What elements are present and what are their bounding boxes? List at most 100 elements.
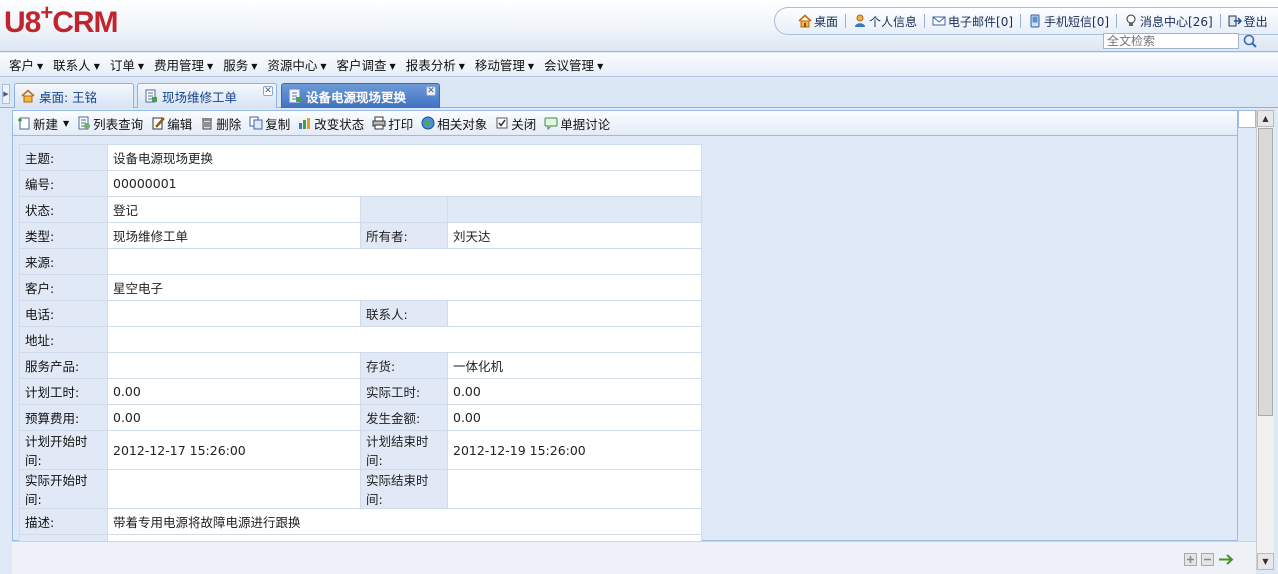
field-label: 计划结束时间: (360, 430, 448, 470)
chevron-down-icon: ▼ (93, 62, 100, 71)
tab-desktop[interactable]: 桌面: 王铭 (14, 83, 134, 108)
arrow-right-icon[interactable] (1218, 553, 1236, 566)
print-button[interactable]: 打印 (372, 114, 413, 133)
field-label: 来源: (19, 248, 108, 275)
record-detail-panel: 主题: 设备电源现场更换 编号: 00000001 状态: 登记 类型: 现场维… (12, 136, 1238, 561)
form-row: 类型: 现场维修工单 所有者: 刘天达 (19, 222, 702, 249)
topnav-desktop[interactable]: 桌面 (791, 13, 845, 30)
bulb-icon (1126, 14, 1136, 26)
topnav-sms[interactable]: 手机短信[0] (1021, 13, 1116, 30)
footer-controls (1184, 553, 1236, 566)
customer-value: 星空电子 (107, 274, 702, 301)
menu-report[interactable]: 报表分析 ▼ (401, 55, 470, 74)
home-icon (798, 14, 812, 28)
document-icon (289, 89, 301, 103)
app-logo: U8+CRM (4, 0, 119, 39)
source-value (107, 248, 702, 275)
field-label: 联系人: (360, 300, 448, 327)
related-objects-button[interactable]: 相关对象 (421, 114, 487, 133)
discuss-button[interactable]: 单据讨论 (544, 114, 610, 133)
close-icon[interactable]: ✕ (263, 86, 273, 96)
edit-button[interactable]: 编辑 (151, 114, 192, 133)
top-navigation: 桌面 个人信息 电子邮件[0] 手机短信[0] 消息中心[26] 登出 (774, 7, 1278, 35)
status-value: 登记 (107, 196, 361, 223)
checkbox-icon (496, 117, 508, 129)
close-icon[interactable]: ✕ (426, 86, 436, 96)
product-value (107, 352, 361, 379)
field-label: 电话: (19, 300, 108, 327)
main-menu: 客户 ▼ 联系人 ▼ 订单 ▼ 费用管理 ▼ 服务 ▼ 资源中心 ▼ 客户调查 ▼ 报表分析 ▼… (0, 53, 1278, 77)
tab-scroll-left-button[interactable]: ▶ (2, 84, 10, 104)
field-label: 发生金额: (360, 404, 448, 431)
form-row: 来源: (19, 248, 702, 275)
chevron-down-icon: ▼ (37, 62, 44, 71)
document-icon (145, 89, 157, 103)
menu-mobile[interactable]: 移动管理 ▼ (470, 55, 539, 74)
topnav-messages[interactable]: 消息中心[26] (1117, 13, 1220, 30)
field-label: 预算费用: (19, 404, 108, 431)
field-label: 状态: (19, 196, 108, 223)
menu-contact[interactable]: 联系人 ▼ (48, 55, 105, 74)
menu-survey[interactable]: 客户调查 ▼ (332, 55, 401, 74)
tab-bar: ▶ 桌面: 王铭 现场维修工单 ✕ 设备电源现场更换 ✕ (0, 80, 1278, 108)
field-label: 客户: (19, 274, 108, 301)
menu-expense[interactable]: 费用管理 ▼ (149, 55, 218, 74)
search-icon[interactable] (1241, 33, 1259, 49)
form-row: 计划工时: 0.00 实际工时: 0.00 (19, 378, 702, 405)
scroll-thumb[interactable] (1258, 128, 1273, 416)
form-row: 编号: 00000001 (19, 170, 702, 197)
list-icon (78, 116, 91, 130)
type-value: 现场维修工单 (107, 222, 361, 249)
change-status-button[interactable]: 改变状态 (298, 114, 364, 133)
tab-repair-list[interactable]: 现场维修工单 ✕ (137, 83, 277, 108)
trash-icon (202, 118, 213, 130)
owner-value: 刘天达 (447, 222, 702, 249)
field-label: 计划工时: (19, 378, 108, 405)
panel-corner (1238, 110, 1256, 128)
contact-value (447, 300, 702, 327)
scroll-up-icon[interactable]: ▲ (1257, 110, 1274, 127)
field-label: 地址: (19, 326, 108, 353)
field-label: 服务产品: (19, 352, 108, 379)
form-row: 电话: 联系人: (19, 300, 702, 327)
field-label: 所有者: (360, 222, 448, 249)
tab-current-record[interactable]: 设备电源现场更换 ✕ (281, 83, 440, 108)
fulltext-search-input[interactable] (1103, 33, 1239, 49)
inventory-value: 一体化机 (447, 352, 702, 379)
menu-meeting[interactable]: 会议管理 ▼ (539, 55, 608, 74)
plan-hours-value: 0.00 (107, 378, 361, 405)
menu-customer[interactable]: 客户 ▼ (4, 55, 48, 74)
chevron-down-icon: ▼ (458, 62, 465, 71)
topnav-profile[interactable]: 个人信息 (846, 13, 924, 30)
field-label (360, 196, 448, 223)
new-document-icon (18, 117, 30, 130)
chevron-down-icon: ▼ (63, 118, 70, 128)
actual-start-value (107, 469, 361, 509)
close-record-button[interactable]: 关闭 (495, 114, 536, 133)
menu-service[interactable]: 服务 ▼ (218, 55, 262, 74)
printer-icon (372, 116, 386, 130)
list-query-button[interactable]: 列表查询 (77, 114, 143, 133)
empty-cell (447, 196, 702, 223)
record-form: 主题: 设备电源现场更换 编号: 00000001 状态: 登记 类型: 现场维… (19, 144, 702, 561)
delete-button[interactable]: 删除 (200, 114, 241, 133)
record-toolbar: 新建 ▼ 列表查询 编辑 删除 复制 改变状态 打印 相关对象 关闭 单据讨论 (12, 110, 1238, 136)
form-row: 状态: 登记 (19, 196, 702, 223)
phone-icon (1030, 14, 1040, 28)
copy-button[interactable]: 复制 (249, 114, 290, 133)
chevron-down-icon: ▼ (207, 62, 214, 71)
topnav-logout[interactable]: 登出 (1221, 13, 1275, 30)
field-label: 主题: (19, 144, 108, 171)
menu-order[interactable]: 订单 ▼ (105, 55, 149, 74)
collapse-icon[interactable] (1201, 553, 1214, 566)
vertical-scrollbar[interactable]: ▲ ▼ (1256, 110, 1274, 570)
scroll-down-icon[interactable]: ▼ (1257, 553, 1274, 570)
form-row: 实际开始时间: 实际结束时间: (19, 469, 702, 509)
form-row: 服务产品: 存货: 一体化机 (19, 352, 702, 379)
app-header: U8+CRM 桌面 个人信息 电子邮件[0] 手机短信[0] 消息中心[26] (0, 0, 1278, 52)
topnav-email[interactable]: 电子邮件[0] (925, 13, 1020, 30)
new-button[interactable]: 新建 ▼ (17, 114, 69, 133)
expand-icon[interactable] (1184, 553, 1197, 566)
menu-resource[interactable]: 资源中心 ▼ (262, 55, 331, 74)
description-value: 带着专用电源将故障电源进行跟换 (107, 508, 702, 535)
